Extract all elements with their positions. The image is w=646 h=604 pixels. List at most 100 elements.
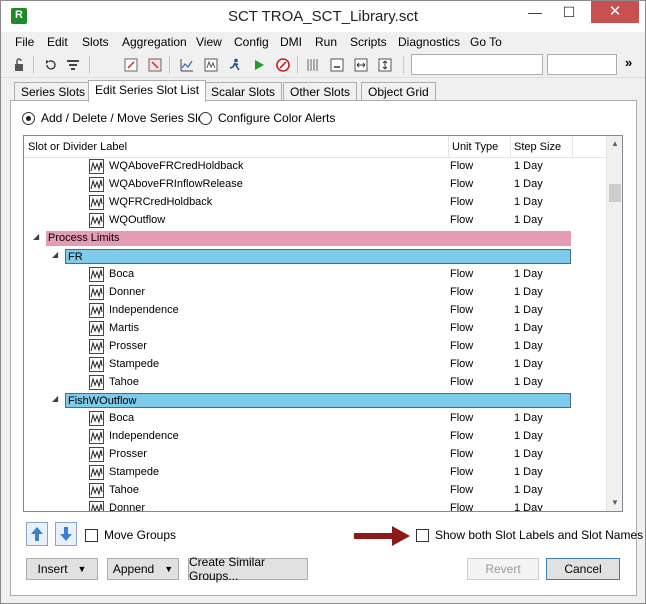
close-slot-icon[interactable] [145, 55, 165, 75]
column-separator[interactable] [572, 136, 573, 158]
series-slot-icon [89, 465, 104, 480]
tab-scalar-slots[interactable]: Scalar Slots [204, 82, 283, 101]
cancel-button[interactable]: Cancel [546, 558, 620, 580]
menu-aggregation[interactable]: Aggregation [122, 35, 187, 49]
slot-row[interactable]: Prosser Flow 1 Day [24, 446, 606, 464]
menu-config[interactable]: Config [234, 35, 269, 49]
menu-dmi[interactable]: DMI [280, 35, 302, 49]
stop-icon[interactable] [273, 55, 293, 75]
slot-row[interactable]: WQOutflow Flow 1 Day [24, 212, 606, 230]
collapse-toggle-icon[interactable]: ◢ [52, 250, 58, 259]
scroll-up-icon[interactable]: ▲ [607, 136, 622, 152]
plot-icon[interactable] [177, 55, 197, 75]
slot-list-grid[interactable]: Slot or Divider Label Unit Type Step Siz… [23, 135, 623, 512]
fit-height-icon[interactable] [375, 55, 395, 75]
tab-series-slots[interactable]: Series Slots [14, 82, 93, 101]
slot-row[interactable]: Tahoe Flow 1 Day [24, 482, 606, 500]
radio-add-delete-move[interactable]: Add / Delete / Move Series Slot [22, 111, 208, 125]
series-slot-icon [89, 357, 104, 372]
slot-row[interactable]: Prosser Flow 1 Day [24, 338, 606, 356]
group-divider-bar[interactable]: Process Limits [46, 231, 571, 246]
insert-button[interactable]: Insert ▼ [26, 558, 98, 580]
group-divider-row[interactable]: ◢ Process Limits [24, 230, 606, 248]
radio-configure-color-alerts[interactable]: Configure Color Alerts [199, 111, 335, 125]
slot-row[interactable]: WQAboveFRCredHoldback Flow 1 Day [24, 158, 606, 176]
menu-diagnostics[interactable]: Diagnostics [398, 35, 460, 49]
refresh-icon[interactable] [41, 55, 61, 75]
menu-goto[interactable]: Go To [470, 35, 502, 49]
toolbar-overflow-icon[interactable]: » [625, 55, 632, 70]
collapse-toggle-icon[interactable]: ◢ [52, 394, 58, 403]
filter-icon[interactable] [63, 55, 83, 75]
slot-row[interactable]: Martis Flow 1 Day [24, 320, 606, 338]
group-divider-row[interactable]: ◢ FR [24, 248, 606, 266]
lock-icon[interactable] [9, 55, 29, 75]
toolbar-input-2[interactable] [547, 54, 617, 75]
toolbar-separator [297, 56, 298, 74]
column-header-label[interactable]: Slot or Divider Label [28, 141, 127, 153]
create-similar-groups-button[interactable]: Create Similar Groups... [188, 555, 308, 583]
show-both-labels-checkbox[interactable]: Show both Slot Labels and Slot Names [416, 528, 643, 542]
slot-row[interactable]: WQFRCredHoldback Flow 1 Day [24, 194, 606, 212]
slot-label: WQFRCredHoldback [109, 196, 213, 208]
column-header-step[interactable]: Step Size [514, 141, 561, 153]
slot-step-size: 1 Day [514, 340, 543, 352]
maximize-button[interactable]: ☐ [555, 1, 583, 23]
group-divider-row[interactable]: ◢ FishWOutflow [24, 392, 606, 410]
radio-button[interactable] [199, 111, 212, 125]
group-divider-bar[interactable]: FR [65, 249, 571, 264]
slot-row[interactable]: Donner Flow 1 Day [24, 284, 606, 302]
menu-scripts[interactable]: Scripts [350, 35, 387, 49]
radio-button-selected[interactable] [22, 111, 35, 125]
slot-row[interactable]: Stampede Flow 1 Day [24, 464, 606, 482]
checkbox-box[interactable] [85, 528, 98, 542]
scroll-down-icon[interactable]: ▼ [607, 495, 622, 511]
fit-bottom-icon[interactable] [327, 55, 347, 75]
fit-width-icon[interactable] [351, 55, 371, 75]
move-down-button[interactable] [55, 522, 77, 546]
open-slot-icon[interactable] [121, 55, 141, 75]
series-slot-icon [89, 339, 104, 354]
slot-row[interactable]: WQAboveFRInflowRelease Flow 1 Day [24, 176, 606, 194]
menu-run[interactable]: Run [315, 35, 337, 49]
close-button[interactable]: ✕ [591, 1, 639, 23]
runner-icon[interactable] [225, 55, 245, 75]
move-groups-checkbox[interactable]: Move Groups [85, 528, 176, 542]
slot-row[interactable]: Boca Flow 1 Day [24, 266, 606, 284]
slot-step-size: 1 Day [514, 268, 543, 280]
checkbox-box[interactable] [416, 528, 429, 542]
run-icon[interactable] [249, 55, 269, 75]
menu-edit[interactable]: Edit [47, 35, 68, 49]
append-button[interactable]: Append ▼ [107, 558, 179, 580]
toolbar-separator [89, 56, 90, 74]
minimize-button[interactable]: — [521, 1, 549, 23]
title-bar: SCT TROA_SCT_Library.sct — ☐ ✕ [1, 1, 645, 32]
tab-edit-series-slot-list[interactable]: Edit Series Slot List [88, 80, 207, 102]
slot-row[interactable]: Independence Flow 1 Day [24, 302, 606, 320]
group-divider-bar[interactable]: FishWOutflow [65, 393, 571, 408]
collapse-toggle-icon[interactable]: ◢ [33, 232, 39, 241]
slot-row[interactable]: Tahoe Flow 1 Day [24, 374, 606, 392]
slot-unit-type: Flow [450, 268, 474, 280]
menu-file[interactable]: File [15, 35, 34, 49]
column-separator[interactable] [448, 136, 449, 158]
slot-label: Tahoe [109, 484, 139, 496]
slot-row[interactable]: Boca Flow 1 Day [24, 410, 606, 428]
vertical-scrollbar[interactable]: ▲ ▼ [606, 136, 622, 511]
slot-row[interactable]: Independence Flow 1 Day [24, 428, 606, 446]
slot-row[interactable]: Donner Flow 1 Day [24, 500, 606, 511]
move-up-button[interactable] [26, 522, 48, 546]
column-separator[interactable] [510, 136, 511, 158]
tab-other-slots[interactable]: Other Slots [283, 82, 358, 101]
column-header-unit[interactable]: Unit Type [452, 141, 498, 153]
slot-row[interactable]: Stampede Flow 1 Day [24, 356, 606, 374]
menu-view[interactable]: View [196, 35, 222, 49]
menu-slots[interactable]: Slots [82, 35, 109, 49]
columns-icon[interactable] [303, 55, 323, 75]
toolbar-input-1[interactable] [411, 54, 543, 75]
tab-object-grid[interactable]: Object Grid [361, 82, 436, 101]
slot-step-size: 1 Day [514, 358, 543, 370]
scrollbar-thumb[interactable] [609, 184, 621, 202]
slot-chart-icon[interactable] [201, 55, 221, 75]
revert-button[interactable]: Revert [467, 558, 539, 580]
